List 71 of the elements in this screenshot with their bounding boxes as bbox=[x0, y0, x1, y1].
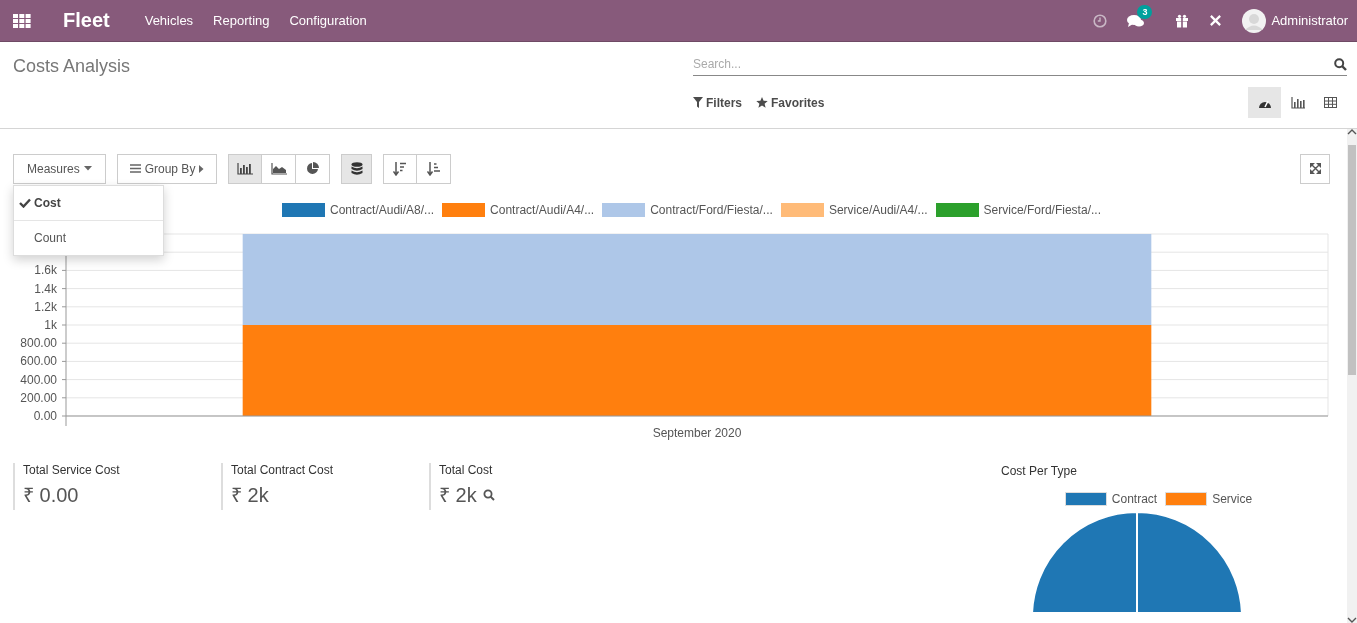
y-tick-label: 1.2k bbox=[34, 299, 57, 314]
page-title: Costs Analysis bbox=[13, 56, 132, 77]
kpi-value: ₹ 0.00 bbox=[23, 483, 79, 508]
pie-chart-icon bbox=[306, 162, 320, 175]
measure-menu-item[interactable]: Cost bbox=[14, 186, 163, 220]
kpi-label: Total Service Cost bbox=[23, 463, 121, 477]
kpi-value: ₹ 2k bbox=[439, 483, 477, 508]
expand-button[interactable] bbox=[1300, 153, 1330, 184]
y-tick-label: 800.00 bbox=[20, 336, 57, 351]
sort-ascending-button[interactable] bbox=[417, 153, 452, 184]
measures-dropdown-button[interactable]: Measures bbox=[13, 153, 106, 184]
y-tick-label: 1.4k bbox=[34, 281, 57, 296]
bar-chart-icon bbox=[237, 162, 254, 175]
search-icon[interactable] bbox=[482, 488, 495, 501]
nav-menu-item[interactable]: Reporting bbox=[213, 13, 270, 28]
y-tick-label: 600.00 bbox=[20, 354, 57, 369]
sort-descending-button[interactable] bbox=[383, 153, 418, 184]
vertical-scrollbar[interactable] bbox=[1347, 129, 1357, 623]
nav-menu-item[interactable]: Vehicles bbox=[144, 13, 194, 28]
stack-icon bbox=[350, 161, 363, 176]
legend-label[interactable]: Contract/Audi/A4/... bbox=[490, 203, 595, 217]
table-grid-icon bbox=[1324, 97, 1337, 108]
y-tick-label: 1k bbox=[44, 318, 57, 332]
sort-ascending-icon bbox=[426, 161, 441, 176]
apps-grid-icon[interactable] bbox=[13, 13, 31, 28]
legend-swatch bbox=[1064, 492, 1107, 506]
area-chart-icon bbox=[270, 162, 287, 175]
caret-down-icon bbox=[83, 166, 92, 171]
dashboard-view-button[interactable] bbox=[1248, 87, 1281, 118]
favorites-button[interactable]: Favorites bbox=[756, 95, 825, 110]
tools-icon[interactable] bbox=[1209, 14, 1223, 27]
y-tick-label: 1.6k bbox=[34, 263, 57, 278]
user-avatar[interactable] bbox=[1242, 8, 1267, 33]
user-name[interactable]: Administrator bbox=[1271, 13, 1348, 28]
legend-label[interactable]: Service/Ford/Fiesta/... bbox=[983, 203, 1101, 217]
legend-label[interactable]: Contract/Ford/Fiesta/... bbox=[650, 203, 773, 217]
check-icon bbox=[19, 198, 31, 208]
kpi-label: Total Contract Cost bbox=[231, 463, 335, 477]
legend-label[interactable]: Contract/Audi/A8/... bbox=[330, 203, 435, 217]
message-count-badge: 3 bbox=[1137, 4, 1153, 19]
legend-swatch bbox=[1165, 492, 1208, 506]
gift-icon[interactable] bbox=[1175, 13, 1190, 28]
clock-icon[interactable] bbox=[1093, 13, 1108, 28]
line-chart-button[interactable] bbox=[262, 153, 297, 184]
y-tick-label: 0.00 bbox=[33, 409, 57, 423]
caret-right-icon bbox=[199, 164, 205, 173]
legend-label[interactable]: Service/Audi/A4/... bbox=[828, 203, 928, 217]
kpi-value: ₹ 2k bbox=[231, 483, 269, 508]
sort-descending-icon bbox=[393, 161, 408, 176]
x-axis-label: September 2020 bbox=[652, 426, 742, 440]
y-tick-label: 400.00 bbox=[20, 372, 57, 387]
app-name: Fleet bbox=[63, 9, 110, 32]
pie-slice[interactable] bbox=[1031, 512, 1243, 612]
star-icon bbox=[756, 97, 768, 108]
expand-arrows-icon bbox=[1309, 163, 1321, 174]
stacked-toggle-button[interactable] bbox=[341, 153, 373, 184]
bar-chart-icon bbox=[1290, 96, 1305, 109]
group-by-button[interactable]: Group By bbox=[116, 153, 218, 184]
kpi-label: Total Cost bbox=[439, 463, 494, 477]
filters-button[interactable]: Filters bbox=[693, 95, 742, 110]
measure-menu-item[interactable]: Count bbox=[14, 220, 163, 255]
chart-title: Cost Per Type bbox=[1001, 464, 1078, 478]
nav-menu-item[interactable]: Configuration bbox=[289, 13, 367, 28]
pie-chart-button[interactable] bbox=[296, 153, 331, 184]
legend-label[interactable]: Service bbox=[1212, 492, 1253, 506]
legend-label[interactable]: Contract bbox=[1111, 492, 1158, 506]
y-tick-label: 200.00 bbox=[20, 390, 57, 405]
search-icon[interactable] bbox=[1334, 57, 1347, 71]
list-lines-icon bbox=[129, 164, 141, 173]
funnel-icon bbox=[693, 97, 703, 108]
bar-chart-button[interactable] bbox=[228, 153, 263, 184]
